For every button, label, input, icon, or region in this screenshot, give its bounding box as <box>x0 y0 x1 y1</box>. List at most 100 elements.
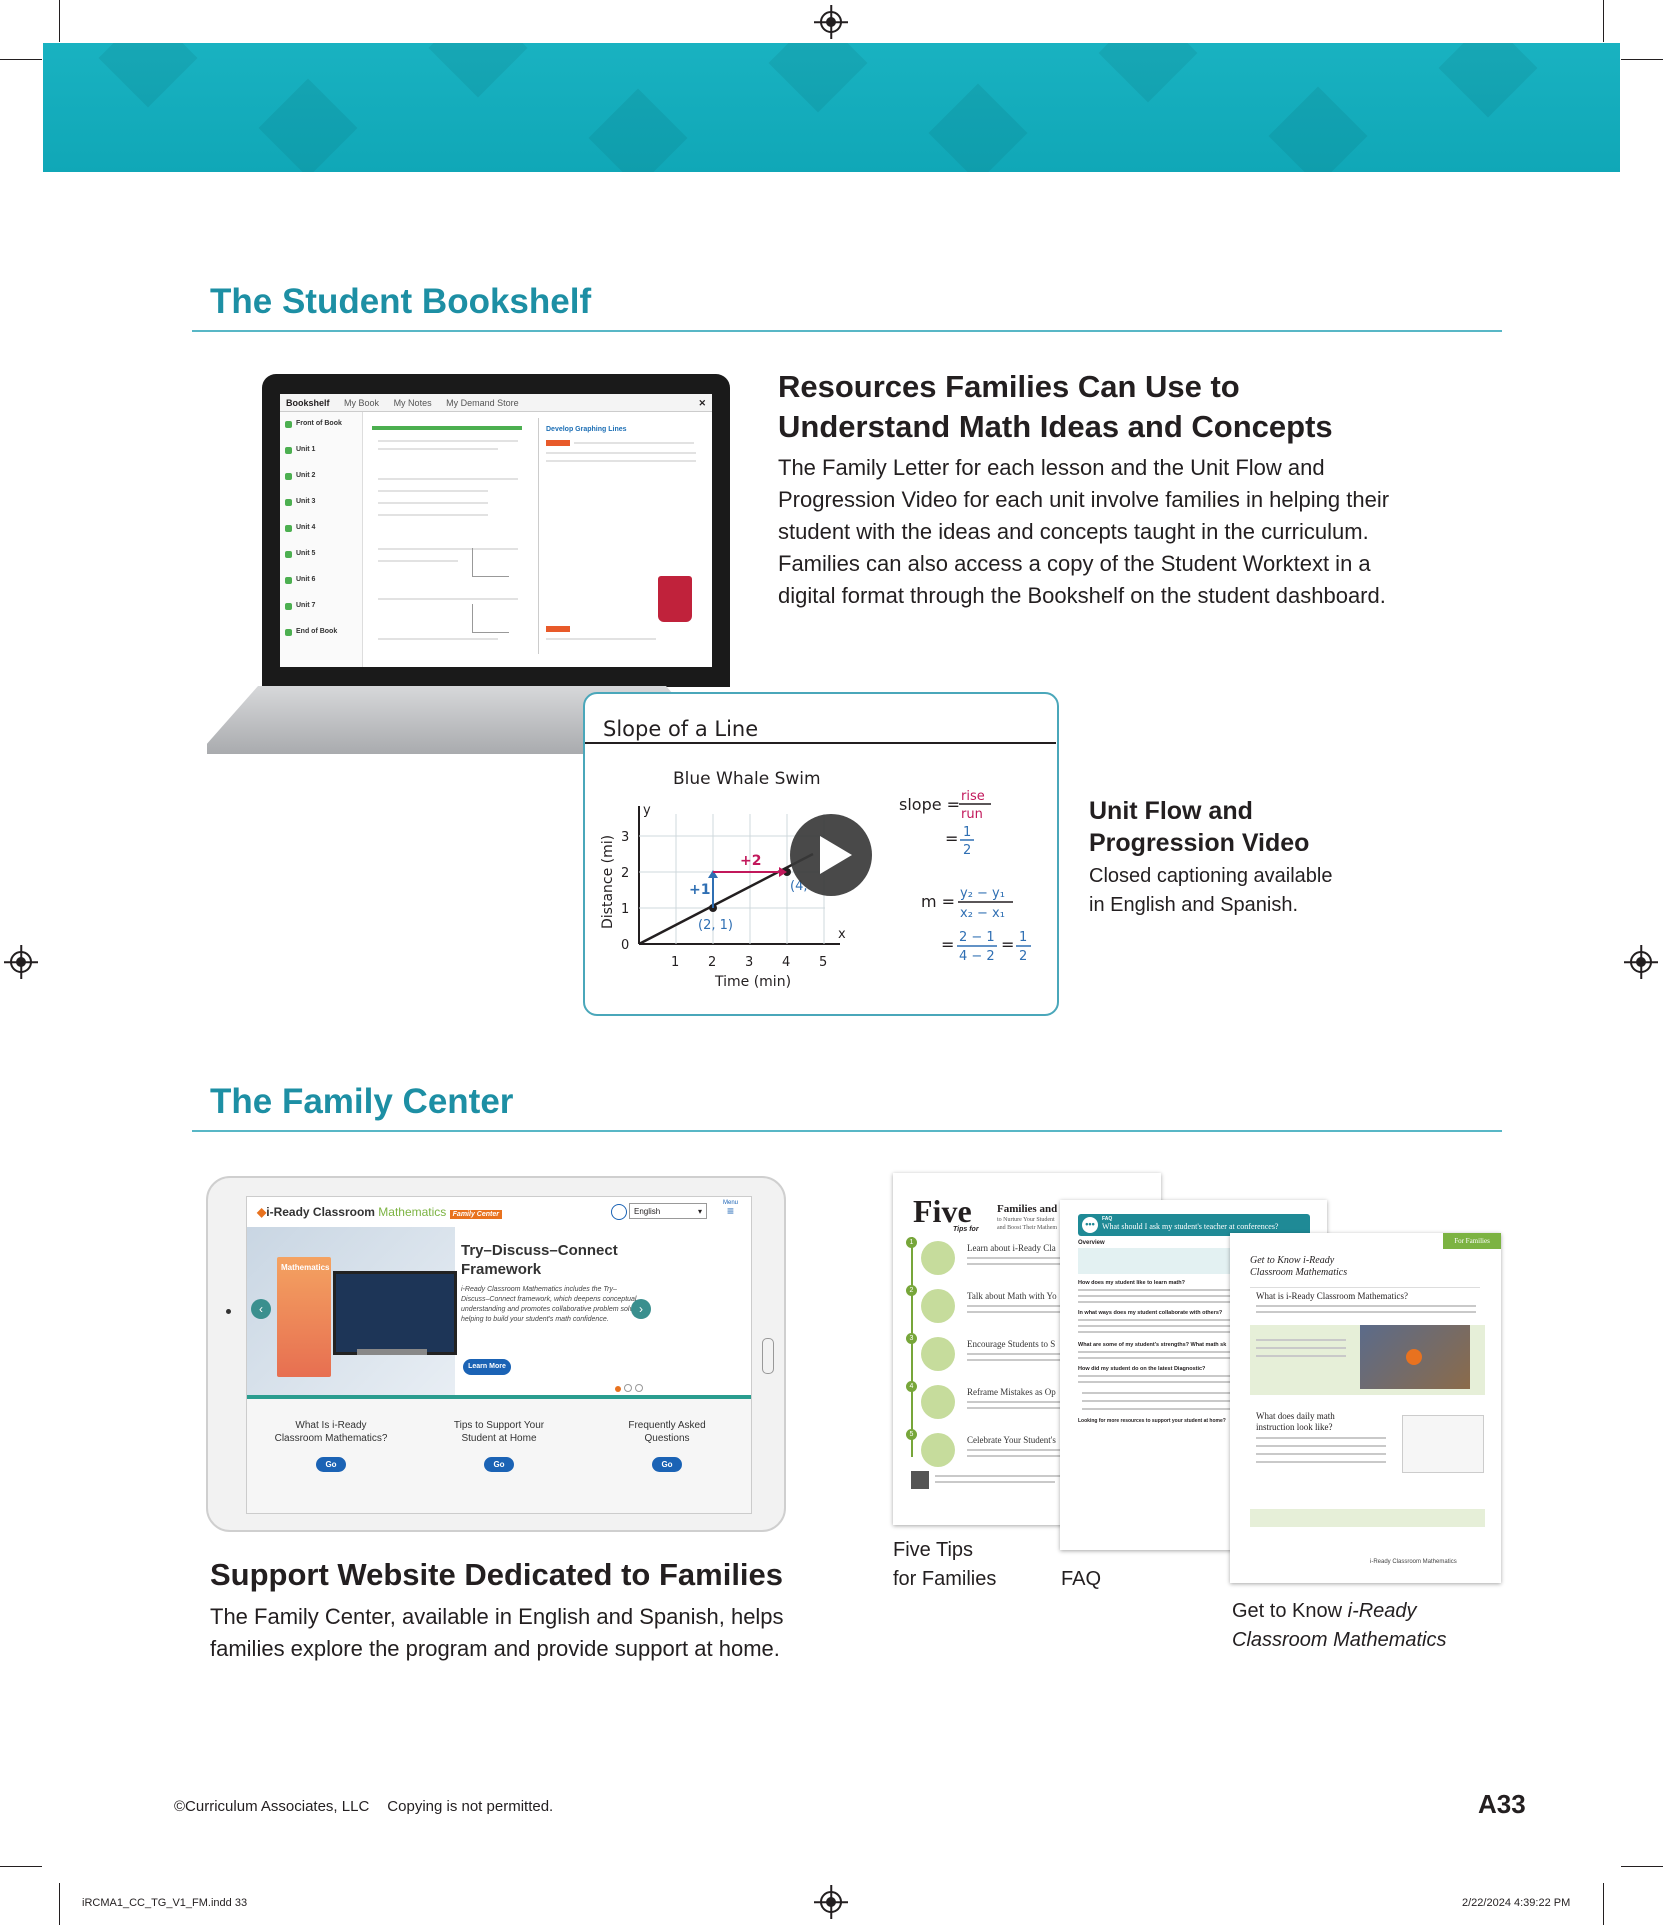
menu-button[interactable]: Menu ≡ <box>723 1200 738 1217</box>
tip-2-title: Talk about Math with Yo <box>967 1291 1057 1301</box>
unit-flow-video-thumbnail[interactable]: Slope of a Line Blue Whale Swim 3 2 1 0 … <box>583 692 1059 1016</box>
tip-number-2: 2 <box>906 1285 917 1296</box>
x-axis-letter: x <box>838 927 846 942</box>
section-rule-bookshelf <box>192 330 1502 332</box>
carousel-prev-icon[interactable]: ‹ <box>251 1299 271 1319</box>
speech-bubble-icon: ••• <box>1082 1217 1098 1233</box>
equals-3: = <box>1001 935 1014 954</box>
slope-word: slope = <box>899 795 960 814</box>
learn-more-button[interactable]: Learn More <box>463 1359 511 1375</box>
hero-body: i-Ready Classroom Mathematics includes t… <box>461 1286 645 1323</box>
sidebar-item-unit-5[interactable]: Unit 5 <box>284 550 315 558</box>
tip-5-title: Celebrate Your Student's <box>967 1435 1056 1445</box>
chevron-down-icon: ▾ <box>697 1207 702 1216</box>
language-select[interactable]: English ▾ <box>629 1203 707 1219</box>
tip-number-5: 5 <box>906 1429 917 1440</box>
tip-number-3: 3 <box>906 1333 917 1344</box>
sidebar-item-unit-1[interactable]: Unit 1 <box>284 446 315 454</box>
laptop-bookshelf: Bookshelf My Book My Notes My Demand Sto… <box>262 374 730 687</box>
run-label: +2 <box>740 853 761 869</box>
qr-code-icon <box>911 1471 929 1489</box>
sidebar-item-end[interactable]: End of Book <box>284 628 337 636</box>
graph-title: Blue Whale Swim <box>673 769 821 789</box>
tip-4-title: Reframe Mistakes as Op <box>967 1387 1056 1397</box>
get-to-know-footer-brand: i-Ready Classroom Mathematics <box>1370 1559 1457 1565</box>
sidebar-item-unit-2[interactable]: Unit 2 <box>284 472 315 480</box>
point-1-label: (2, 1) <box>698 918 733 933</box>
rise-word: rise <box>961 789 985 804</box>
learn-icon <box>921 1241 955 1275</box>
y-axis-label: Distance (mi) <box>600 835 616 929</box>
for-families-tab: For Families <box>1443 1233 1501 1249</box>
bookshelf-sidebar: Front of Book Unit 1 Unit 2 Unit 3 Unit … <box>280 412 363 667</box>
carousel-next-icon[interactable]: › <box>631 1299 651 1319</box>
crop-mark-br-h <box>1621 1866 1663 1867</box>
crop-mark-tr-v <box>1603 0 1604 42</box>
classroom-video-image <box>1360 1325 1470 1389</box>
go-button-faq[interactable]: Go <box>652 1457 682 1472</box>
resources-heading: Resources Families Can Use to Understand… <box>778 369 1333 444</box>
site-logo[interactable]: ◆i-Ready Classroom Mathematics Family Ce… <box>257 1205 502 1219</box>
y-tick-3: 3 <box>621 830 629 845</box>
x-tick-3: 3 <box>745 955 753 970</box>
go-button-what-is[interactable]: Go <box>316 1457 346 1472</box>
section-title-bookshelf: The Student Bookshelf <box>210 282 592 321</box>
tablet-family-center: ◆i-Ready Classroom Mathematics Family Ce… <box>206 1176 786 1532</box>
half-num: 1 <box>963 825 971 840</box>
bookshelf-screen: Bookshelf My Book My Notes My Demand Sto… <box>280 394 712 667</box>
page-number: A33 <box>1478 1789 1526 1819</box>
crop-mark-bl-h <box>0 1866 42 1867</box>
tip-3-title: Encourage Students to S <box>967 1339 1056 1349</box>
registration-mark-bottom <box>820 1891 842 1913</box>
sidebar-item-unit-7[interactable]: Unit 7 <box>284 602 315 610</box>
go-button-tips[interactable]: Go <box>484 1457 514 1472</box>
play-icon[interactable] <box>1406 1349 1422 1365</box>
get-to-know-title: Get to Know i-Ready Classroom Mathematics <box>1250 1255 1348 1278</box>
book-page-left <box>372 418 537 654</box>
crop-mark-tl-v <box>59 0 60 42</box>
tip-number-1: 1 <box>906 1237 917 1248</box>
sidebar-item-front[interactable]: Front of Book <box>285 420 342 428</box>
slug-timestamp: 2/22/2024 4:39:22 PM <box>1462 1897 1571 1909</box>
drink-image <box>658 576 692 622</box>
play-icon[interactable] <box>790 814 872 896</box>
family-center-website: ◆i-Ready Classroom Mathematics Family Ce… <box>246 1196 752 1514</box>
den-substitution: 4 − 2 <box>959 949 995 964</box>
card-what-is: What Is i-Ready Classroom Mathematics? <box>274 1420 388 1444</box>
globe-icon <box>611 1204 627 1220</box>
five-tips-header-1: Families and <box>997 1203 1058 1215</box>
sidebar-item-unit-4[interactable]: Unit 4 <box>284 524 315 532</box>
caption-faq: FAQ <box>1061 1568 1102 1590</box>
equals-2: = <box>941 935 954 954</box>
hero-carousel: Mathematics Try–Discuss–Connect Framework… <box>247 1227 751 1395</box>
x-difference: x₂ − x₁ <box>960 906 1005 921</box>
rise-label: +1 <box>689 882 710 898</box>
crop-mark-tl-h <box>0 59 42 60</box>
lightbulb-icon <box>921 1385 955 1419</box>
sidebar-item-unit-3[interactable]: Unit 3 <box>284 498 315 506</box>
book-cover: Mathematics <box>277 1257 331 1377</box>
final-num: 1 <box>1019 930 1027 945</box>
tip-1-title: Learn about i-Ready Cla <box>967 1243 1056 1253</box>
sidebar-item-unit-6[interactable]: Unit 6 <box>284 576 315 584</box>
card-faq: Frequently Asked Questions <box>628 1420 706 1444</box>
hero-image: Mathematics <box>247 1227 457 1395</box>
x-tick-2: 2 <box>708 955 716 970</box>
resources-body: The Family Letter for each lesson and th… <box>778 455 1390 608</box>
feature-cards: What Is i-Ready Classroom Mathematics? Go… <box>247 1399 751 1513</box>
close-icon[interactable]: ✕ <box>698 394 706 412</box>
site-header: ◆i-Ready Classroom Mathematics Family Ce… <box>247 1197 751 1228</box>
x-tick-5: 5 <box>819 955 827 970</box>
x-tick-1: 1 <box>671 955 679 970</box>
monitor-image <box>333 1271 457 1355</box>
num-substitution: 2 − 1 <box>959 930 995 945</box>
equals-1: = <box>945 829 958 848</box>
tips-for-word: Tips for <box>953 1226 979 1233</box>
book-page-right: Develop Graphing Lines <box>546 418 711 654</box>
support-website-heading: Support Website Dedicated to Families <box>210 1557 784 1592</box>
video-title: Slope of a Line <box>603 717 758 741</box>
y-difference: y₂ − y₁ <box>960 886 1005 901</box>
footer-copyright: ©Curriculum Associates, LLC Copying is no… <box>174 1798 554 1815</box>
get-to-know-q1: What is i-Ready Classroom Mathematics? <box>1256 1291 1408 1301</box>
run-word: run <box>961 807 983 822</box>
